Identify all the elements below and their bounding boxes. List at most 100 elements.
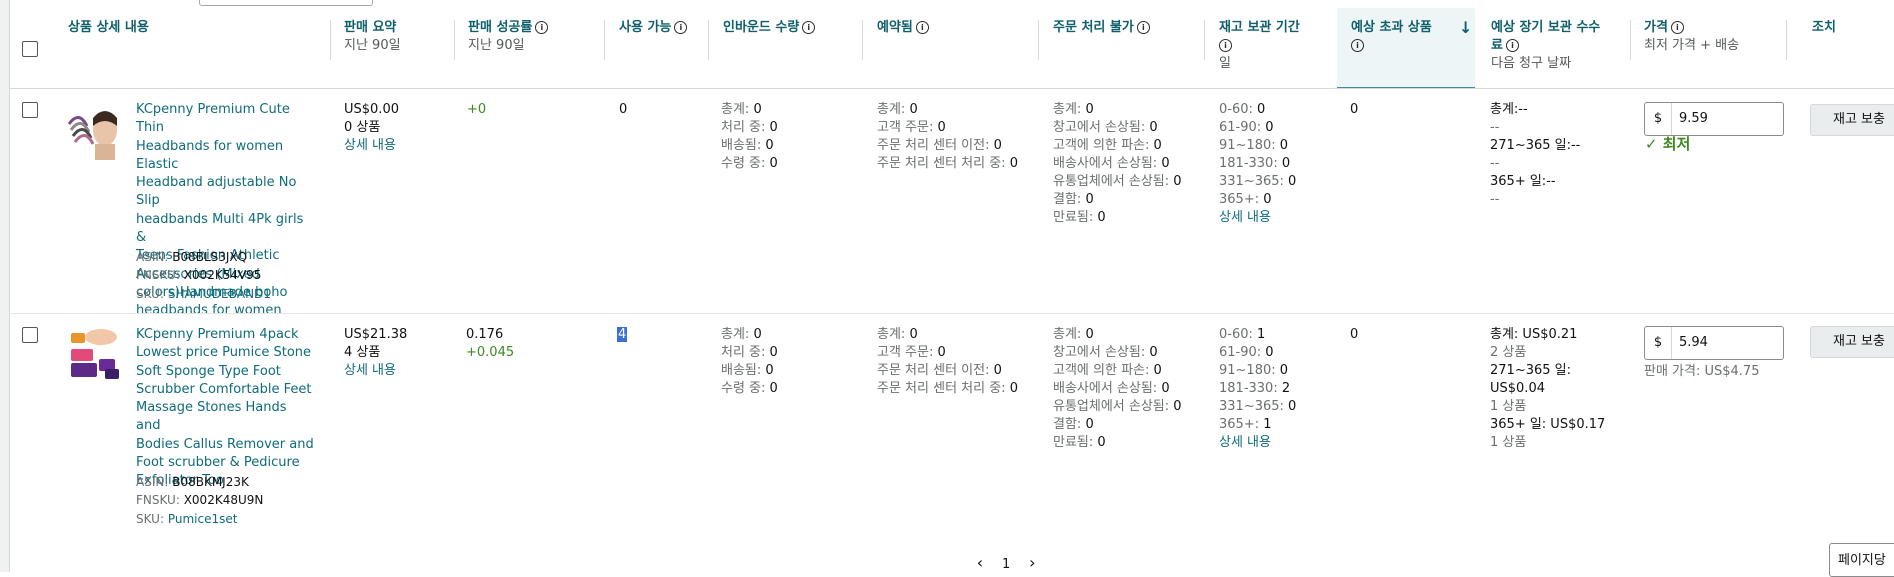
info-icon[interactable]: i — [1219, 39, 1232, 52]
age-details-link[interactable]: 상세 내용 — [1219, 434, 1296, 452]
col-header-label: 예상 초과 상품 — [1351, 20, 1432, 35]
title-line: Massage Stones Hands and — [136, 400, 287, 434]
title-line: KCpenny Premium Cute Thin — [136, 102, 290, 136]
ltsf-365plus: 365+ 일: US$0.17 — [1490, 417, 1606, 432]
info-icon[interactable]: i — [1136, 21, 1150, 34]
row-checkbox[interactable] — [22, 327, 38, 343]
age-bucket-value: 1 — [1263, 417, 1272, 432]
col-header-label-cont: 료 — [1491, 38, 1503, 53]
price-input[interactable]: $ 5.94 — [1644, 326, 1784, 360]
sku-label: SKU: — [136, 511, 164, 526]
col-header-available[interactable]: 사용 가능 i — [619, 19, 688, 37]
age-bucket-label: 91~180: — [1219, 363, 1276, 378]
inbound-working-value: 0 — [769, 345, 778, 360]
col-header-sublabel: 지난 90일 — [468, 38, 525, 53]
reserved-transfer-value: 0 — [993, 363, 1002, 378]
col-header-inbound[interactable]: 인바운드 수량 i — [723, 19, 816, 37]
price-value: 5.94 — [1679, 335, 1708, 350]
units-sold: 4 상품 — [344, 345, 381, 360]
col-header-inventory-age[interactable]: 재고 보관 기간 i 일 — [1219, 19, 1329, 73]
product-thumbnail[interactable] — [65, 100, 125, 160]
current-page[interactable]: 1 — [994, 557, 1018, 573]
unfulfillable-value: 0 — [1149, 120, 1158, 135]
col-header-label: 사용 가능 — [619, 20, 672, 35]
row-divider — [9, 313, 1894, 314]
price-value: 9.59 — [1679, 111, 1708, 126]
col-header-label: 가격 — [1644, 20, 1668, 35]
col-header-product-details[interactable]: 상품 상세 내용 — [68, 19, 149, 37]
currency-symbol: $ — [1645, 103, 1672, 135]
info-icon[interactable]: i — [1505, 39, 1519, 52]
reserved-total-label: 총계: — [877, 327, 906, 342]
unfulfillable-value: 0 — [1161, 381, 1170, 396]
col-header-unfulfillable[interactable]: 주문 처리 불가 i — [1053, 19, 1150, 37]
ltsf-365plus: 365+ 일:-- — [1490, 174, 1556, 189]
col-header-sell-through[interactable]: 판매 성공률 i 지난 90일 — [468, 19, 549, 55]
row-checkbox[interactable] — [22, 102, 38, 118]
col-header-sales-summary[interactable]: 판매 요약 지난 90일 — [344, 19, 401, 55]
sales-details-link[interactable]: 상세 내용 — [344, 137, 399, 155]
ltsf-total: 총계:-- — [1490, 102, 1528, 117]
info-icon[interactable]: i — [674, 21, 688, 34]
replenish-button[interactable]: 재고 보충 — [1810, 104, 1894, 136]
product-thumbnail[interactable] — [65, 323, 125, 383]
info-icon[interactable]: i — [1351, 39, 1364, 52]
next-page-button[interactable]: › — [1022, 555, 1042, 571]
available-cell: 4 — [617, 326, 628, 344]
prev-page-button[interactable]: ‹ — [970, 555, 990, 571]
column-divider — [708, 20, 709, 60]
price-input[interactable]: $ 9.59 — [1644, 102, 1784, 136]
col-header-estimated-excess[interactable]: 예상 초과 상품 ↓ i — [1351, 19, 1472, 55]
asin-label: ASIN: — [136, 250, 169, 264]
sale-price-note: 판매 가격: US$4.75 — [1644, 364, 1760, 379]
info-icon[interactable]: i — [915, 21, 929, 34]
product-identifiers: ASIN: B08BKMJ23K FNSKU: X002K48U9N SKU: … — [136, 473, 263, 528]
col-header-sublabel: 지난 90일 — [344, 38, 401, 53]
inbound-cell: 총계: 0 처리 중: 0 배송됨: 0 수령 중: 0 — [721, 326, 778, 398]
product-title-link[interactable]: KCpenny Premium 4pack Lowest price Pumic… — [136, 326, 314, 491]
info-icon[interactable]: i — [535, 21, 549, 34]
unfulfillable-label: 유통업체에서 손상됨: — [1053, 399, 1170, 414]
info-icon[interactable]: i — [1670, 21, 1684, 34]
column-divider — [454, 20, 455, 60]
reserved-processing-value: 0 — [1009, 156, 1018, 171]
age-bucket-label: 365+: — [1219, 417, 1260, 432]
available-value: 4 — [617, 327, 628, 342]
reserved-total-value: 0 — [909, 102, 918, 117]
asin-label: ASIN: — [136, 475, 169, 489]
age-bucket-label: 331~365: — [1219, 399, 1284, 414]
col-header-reserved[interactable]: 예약됨 i — [877, 19, 929, 37]
age-bucket-value: 0 — [1265, 345, 1274, 360]
inbound-working-value: 0 — [769, 120, 778, 135]
unfulfillable-value: 0 — [1085, 327, 1094, 342]
col-header-label: 예상 장기 보관 수수 — [1491, 20, 1601, 35]
unfulfillable-cell: 총계: 0 창고에서 손상됨: 0 고객에 의한 파손: 0 배송사에서 손상됨… — [1053, 101, 1182, 227]
unfulfillable-label: 결함: — [1053, 192, 1082, 207]
sales-summary-cell: US$0.00 0 상품 상세 내용 — [344, 101, 399, 155]
age-bucket-value: 0 — [1288, 399, 1297, 414]
sort-descending-icon[interactable]: ↓ — [1459, 19, 1472, 37]
col-header-ltsf[interactable]: 예상 장기 보관 수수 료i 다음 청구 날짜 — [1491, 19, 1641, 73]
sku-link[interactable]: Pumice1set — [168, 512, 238, 526]
ltsf-units: 1 상품 — [1490, 399, 1527, 414]
replenish-button[interactable]: 재고 보충 — [1810, 326, 1894, 358]
unfulfillable-label: 창고에서 손상됨: — [1053, 345, 1146, 360]
select-all-checkbox[interactable] — [22, 41, 38, 57]
sku-link[interactable]: SHAMUDEBAND1 — [168, 287, 271, 301]
column-divider — [330, 20, 331, 60]
ltsf-units: -- — [1490, 192, 1500, 207]
reserved-transfer-label: 주문 처리 센터 이전: — [877, 138, 990, 153]
search-input[interactable] — [199, 0, 373, 6]
unfulfillable-label: 총계: — [1053, 327, 1082, 342]
sales-details-link[interactable]: 상세 내용 — [344, 362, 407, 380]
inbound-total-value: 0 — [753, 102, 762, 117]
unfulfillable-value: 0 — [1085, 192, 1094, 207]
col-header-price[interactable]: 가격 i 최저 가격 + 배송 — [1644, 19, 1739, 55]
header-divider — [9, 88, 1894, 89]
unfulfillable-label: 유통업체에서 손상됨: — [1053, 174, 1170, 189]
info-icon[interactable]: i — [802, 21, 816, 34]
reserved-cell: 총계: 0 고객 주문: 0 주문 처리 센터 이전: 0 주문 처리 센터 처… — [877, 101, 1018, 173]
inbound-receiving-value: 0 — [769, 381, 778, 396]
age-details-link[interactable]: 상세 내용 — [1219, 209, 1296, 227]
ltsf-units: 2 상품 — [1490, 345, 1527, 360]
